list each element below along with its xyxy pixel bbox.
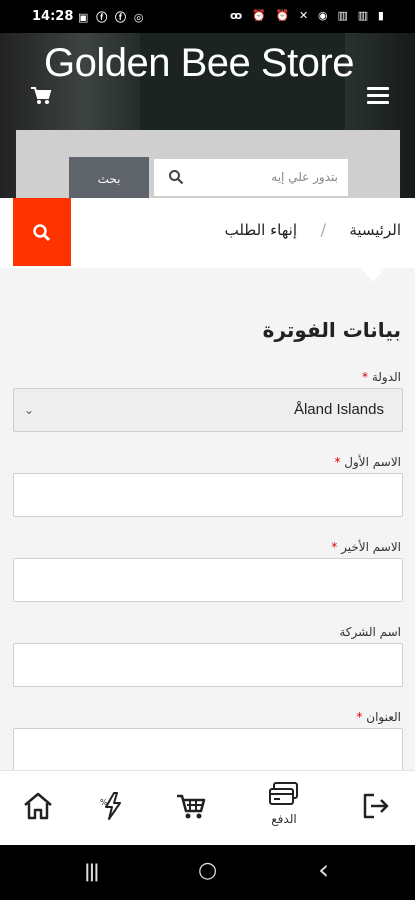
store-logo-text[interactable]: Golden Bee Store (44, 41, 355, 86)
nav-home[interactable] (18, 791, 58, 821)
breadcrumb-current: إنهاء الطلب (224, 221, 297, 239)
home-button[interactable]: ○ (198, 858, 217, 883)
nav-logout[interactable] (356, 791, 396, 821)
first-name-label: الاسم الأول * (334, 455, 401, 469)
first-name-field[interactable] (13, 473, 403, 517)
last-name-field[interactable] (13, 558, 403, 602)
nav-cart[interactable] (171, 791, 211, 821)
company-label: اسم الشركة (339, 625, 401, 639)
store-header: Golden Bee Store بحث بتدور علي إيه (0, 33, 415, 198)
back-button[interactable]: ‹ (318, 853, 329, 886)
nav-payment[interactable]: الدفع (262, 781, 306, 826)
search-icon (33, 224, 51, 242)
breadcrumb: الرئيسية / إنهاء الطلب (0, 198, 415, 268)
company-field[interactable] (13, 643, 403, 687)
search-button[interactable]: بحث (69, 157, 149, 198)
orange-search-button[interactable] (13, 198, 71, 266)
last-name-label: الاسم الأخير * (331, 540, 401, 554)
svg-text:%: % (100, 798, 108, 807)
chevron-down-icon: ⌄ (24, 403, 35, 417)
system-icons: ꝏ ⏰ ⏰ ✕ ◉ ▥ ▥ ▮ (229, 9, 387, 22)
breadcrumb-home-link[interactable]: الرئيسية (349, 221, 401, 239)
address-field[interactable] (13, 728, 403, 772)
billing-title: بيانات الفوترة (262, 318, 401, 342)
android-navigation-bar: ||| ○ ‹ (0, 845, 415, 900)
country-select[interactable]: Åland Islands ⌄ (13, 388, 403, 432)
hamburger-menu-icon[interactable] (367, 87, 389, 105)
status-time: 14:28 (32, 9, 74, 24)
search-placeholder: بتدور علي إيه (271, 170, 338, 184)
logout-icon (363, 793, 389, 819)
home-icon (24, 792, 52, 820)
bottom-nav: % الدفع (0, 770, 415, 845)
flash-sale-icon: % (100, 792, 121, 820)
address-label: العنوان * (356, 710, 401, 724)
notification-icons: ▣ ⓕ ⓕ ◎ (78, 11, 146, 24)
search-icon (169, 170, 184, 185)
country-label: الدولة * (361, 370, 401, 384)
status-bar: 14:28 ▣ ⓕ ⓕ ◎ ꝏ ⏰ ⏰ ✕ ◉ ▥ ▥ ▮ (0, 0, 415, 33)
payment-icon (269, 782, 298, 805)
cart-icon (177, 794, 206, 819)
breadcrumb-separator: / (320, 220, 326, 239)
cart-icon[interactable] (30, 85, 52, 105)
search-input[interactable]: بتدور علي إيه (154, 159, 348, 196)
recents-button[interactable]: ||| (84, 861, 100, 882)
nav-payment-label: الدفع (271, 812, 297, 826)
breadcrumb-notch (361, 268, 385, 282)
nav-flash-sale[interactable]: % (93, 791, 133, 821)
search-panel: بحث بتدور علي إيه (16, 130, 400, 198)
